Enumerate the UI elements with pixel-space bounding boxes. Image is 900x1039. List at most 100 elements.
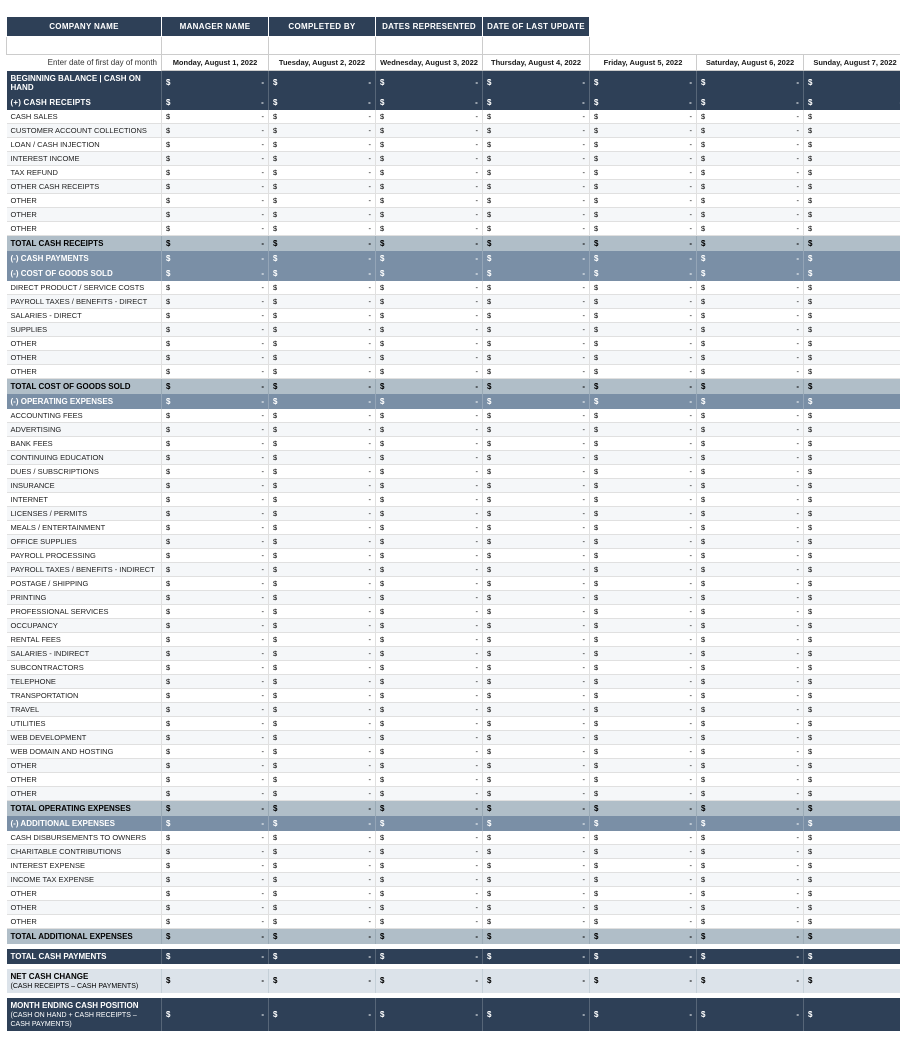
value-cell[interactable]: $ - xyxy=(697,478,804,492)
value-cell[interactable]: $ - xyxy=(697,520,804,534)
value-cell[interactable]: $ - xyxy=(376,831,483,845)
value-cell[interactable]: $ - xyxy=(269,281,376,295)
value-cell[interactable]: $ - xyxy=(590,858,697,872)
value-cell[interactable]: $ - xyxy=(162,336,269,350)
value-cell[interactable]: $ - xyxy=(376,548,483,562)
value-cell[interactable]: $ - xyxy=(590,562,697,576)
value-cell[interactable]: $ - xyxy=(269,646,376,660)
value-cell[interactable]: $ - xyxy=(162,660,269,674)
value-cell[interactable]: $ - xyxy=(697,506,804,520)
value-cell[interactable]: $ - xyxy=(376,674,483,688)
value-cell[interactable]: $ - xyxy=(376,123,483,137)
value-cell[interactable]: $ - xyxy=(483,207,590,221)
value-cell[interactable]: $ - xyxy=(376,786,483,800)
value-cell[interactable]: $ - xyxy=(697,758,804,772)
value-cell[interactable]: $ - xyxy=(269,688,376,702)
value-cell[interactable]: $ - xyxy=(804,207,900,221)
value-cell[interactable]: $ - xyxy=(269,604,376,618)
value-cell[interactable]: $ - xyxy=(590,308,697,322)
value-cell[interactable]: $ - xyxy=(804,409,900,423)
value-cell[interactable]: $ - xyxy=(162,730,269,744)
value-cell[interactable]: $ - xyxy=(804,151,900,165)
value-cell[interactable]: $ - xyxy=(697,492,804,506)
value-cell[interactable]: $ - xyxy=(376,492,483,506)
value-cell[interactable]: $ - xyxy=(590,604,697,618)
value-cell[interactable]: $ - xyxy=(162,322,269,336)
value-cell[interactable]: $ - xyxy=(269,193,376,207)
value-cell[interactable]: $ - xyxy=(804,179,900,193)
value-cell[interactable]: $ - xyxy=(697,322,804,336)
value-cell[interactable]: $ - xyxy=(269,520,376,534)
value-cell[interactable]: $ - xyxy=(162,207,269,221)
value-cell[interactable]: $ - xyxy=(590,730,697,744)
value-cell[interactable]: $ - xyxy=(804,758,900,772)
value-cell[interactable]: $ - xyxy=(804,858,900,872)
date-val-3[interactable]: Thursday, August 4, 2022 xyxy=(483,55,590,71)
value-cell[interactable]: $ - xyxy=(590,193,697,207)
value-cell[interactable]: $ - xyxy=(162,422,269,436)
value-cell[interactable]: $ - xyxy=(376,409,483,423)
value-cell[interactable]: $ - xyxy=(162,409,269,423)
value-cell[interactable]: $ - xyxy=(804,744,900,758)
value-cell[interactable]: $ - xyxy=(269,350,376,364)
value-cell[interactable]: $ - xyxy=(483,137,590,151)
value-cell[interactable]: $ - xyxy=(590,123,697,137)
value-cell[interactable]: $ - xyxy=(804,534,900,548)
value-cell[interactable]: $ - xyxy=(162,364,269,378)
value-cell[interactable]: $ - xyxy=(269,151,376,165)
value-cell[interactable]: $ - xyxy=(590,464,697,478)
value-cell[interactable]: $ - xyxy=(697,436,804,450)
value-cell[interactable]: $ - xyxy=(269,322,376,336)
value-cell[interactable]: $ - xyxy=(162,744,269,758)
value-cell[interactable]: $ - xyxy=(376,618,483,632)
value-cell[interactable]: $ - xyxy=(269,886,376,900)
value-cell[interactable]: $ - xyxy=(269,618,376,632)
value-cell[interactable]: $ - xyxy=(269,900,376,914)
value-cell[interactable]: $ - xyxy=(483,450,590,464)
value-cell[interactable]: $ - xyxy=(483,294,590,308)
value-cell[interactable]: $ - xyxy=(590,492,697,506)
value-cell[interactable]: $ - xyxy=(376,336,483,350)
value-cell[interactable]: $ - xyxy=(590,702,697,716)
value-cell[interactable]: $ - xyxy=(162,576,269,590)
value-cell[interactable]: $ - xyxy=(590,281,697,295)
value-cell[interactable]: $ - xyxy=(269,576,376,590)
value-cell[interactable]: $ - xyxy=(269,548,376,562)
info-value-2[interactable] xyxy=(269,37,376,55)
value-cell[interactable]: $ - xyxy=(697,674,804,688)
value-cell[interactable]: $ - xyxy=(269,450,376,464)
value-cell[interactable]: $ - xyxy=(269,716,376,730)
value-cell[interactable]: $ - xyxy=(697,604,804,618)
value-cell[interactable]: $ - xyxy=(804,450,900,464)
value-cell[interactable]: $ - xyxy=(376,422,483,436)
value-cell[interactable]: $ - xyxy=(804,422,900,436)
value-cell[interactable]: $ - xyxy=(376,562,483,576)
value-cell[interactable]: $ - xyxy=(697,151,804,165)
value-cell[interactable]: $ - xyxy=(376,506,483,520)
value-cell[interactable]: $ - xyxy=(376,207,483,221)
value-cell[interactable]: $ - xyxy=(483,730,590,744)
value-cell[interactable]: $ - xyxy=(483,886,590,900)
value-cell[interactable]: $ - xyxy=(590,151,697,165)
value-cell[interactable]: $ - xyxy=(697,844,804,858)
value-cell[interactable]: $ - xyxy=(162,123,269,137)
value-cell[interactable]: $ - xyxy=(590,872,697,886)
value-cell[interactable]: $ - xyxy=(269,872,376,886)
value-cell[interactable]: $ - xyxy=(804,436,900,450)
value-cell[interactable]: $ - xyxy=(162,281,269,295)
value-cell[interactable]: $ - xyxy=(376,110,483,124)
value-cell[interactable]: $ - xyxy=(376,308,483,322)
value-cell[interactable]: $ - xyxy=(483,831,590,845)
value-cell[interactable]: $ - xyxy=(483,179,590,193)
value-cell[interactable]: $ - xyxy=(697,716,804,730)
value-cell[interactable]: $ - xyxy=(697,534,804,548)
value-cell[interactable]: $ - xyxy=(162,688,269,702)
value-cell[interactable]: $ - xyxy=(483,646,590,660)
value-cell[interactable]: $ - xyxy=(804,872,900,886)
value-cell[interactable]: $ - xyxy=(269,336,376,350)
value-cell[interactable]: $ - xyxy=(804,716,900,730)
value-cell[interactable]: $ - xyxy=(590,618,697,632)
value-cell[interactable]: $ - xyxy=(162,646,269,660)
value-cell[interactable]: $ - xyxy=(483,506,590,520)
value-cell[interactable]: $ - xyxy=(376,758,483,772)
